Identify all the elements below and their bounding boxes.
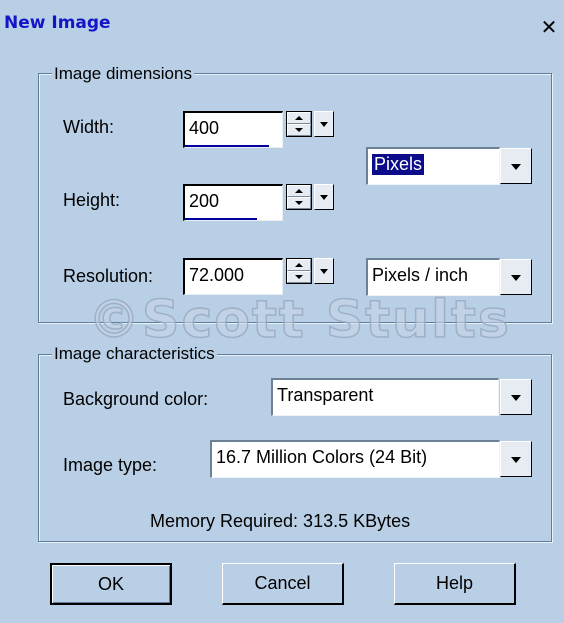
width-spin-up-icon[interactable] — [287, 112, 311, 124]
background-color-dropdown-icon[interactable] — [500, 379, 532, 415]
resolution-input[interactable]: 72.000 — [183, 258, 283, 295]
height-spin-down-icon[interactable] — [287, 197, 311, 209]
units-select-value: Pixels — [370, 153, 426, 176]
background-color-label: Background color: — [63, 389, 209, 409]
height-label: Height: — [63, 190, 121, 210]
memory-required-text: Memory Required: 313.5 KBytes — [150, 511, 411, 531]
resolution-unit-dropdown-icon[interactable] — [500, 259, 532, 295]
resolution-spin-up-icon[interactable] — [287, 259, 311, 271]
resolution-preset-dropdown-icon[interactable] — [314, 258, 334, 284]
height-input[interactable]: 200 — [183, 184, 283, 221]
background-color-value: Transparent — [277, 385, 374, 405]
image-type-label: Image type: — [63, 455, 158, 475]
height-spin-up-icon[interactable] — [287, 185, 311, 197]
image-type-value: 16.7 Million Colors (24 Bit) — [216, 447, 428, 467]
image-dimensions-legend: Image dimensions — [52, 64, 194, 84]
height-slider-fill — [185, 218, 257, 220]
cancel-button[interactable]: Cancel — [222, 563, 344, 605]
resolution-unit-select[interactable]: Pixels / inch — [366, 258, 500, 296]
height-preset-dropdown-icon[interactable] — [314, 184, 334, 210]
units-select[interactable]: Pixels — [366, 147, 500, 185]
background-color-select[interactable]: Transparent — [271, 378, 499, 416]
resolution-label: Resolution: — [63, 266, 154, 286]
width-label: Width: — [63, 117, 115, 137]
image-type-select[interactable]: 16.7 Million Colors (24 Bit) — [210, 440, 500, 478]
image-type-dropdown-icon[interactable] — [500, 441, 532, 477]
height-value: 200 — [189, 191, 220, 211]
ok-button[interactable]: OK — [50, 563, 172, 605]
width-value: 400 — [189, 118, 220, 138]
dialog-title: New Image — [4, 13, 111, 33]
title-bar[interactable]: New Image ✕ — [0, 0, 564, 44]
resolution-spinner[interactable] — [286, 258, 312, 284]
resolution-unit-value: Pixels / inch — [372, 265, 469, 285]
image-characteristics-legend: Image characteristics — [52, 344, 217, 364]
resolution-spin-down-icon[interactable] — [287, 271, 311, 283]
units-dropdown-icon[interactable] — [500, 148, 532, 184]
close-icon[interactable]: ✕ — [534, 14, 564, 40]
width-spin-down-icon[interactable] — [287, 124, 311, 136]
width-spinner[interactable] — [286, 111, 312, 137]
width-input[interactable]: 400 — [183, 111, 283, 148]
help-button[interactable]: Help — [394, 563, 516, 605]
height-spinner[interactable] — [286, 184, 312, 210]
resolution-value: 72.000 — [189, 265, 245, 285]
width-slider-fill — [185, 145, 269, 147]
new-image-dialog: New Image ✕ Image dimensions Width: 400 … — [0, 0, 564, 623]
width-preset-dropdown-icon[interactable] — [314, 111, 334, 137]
